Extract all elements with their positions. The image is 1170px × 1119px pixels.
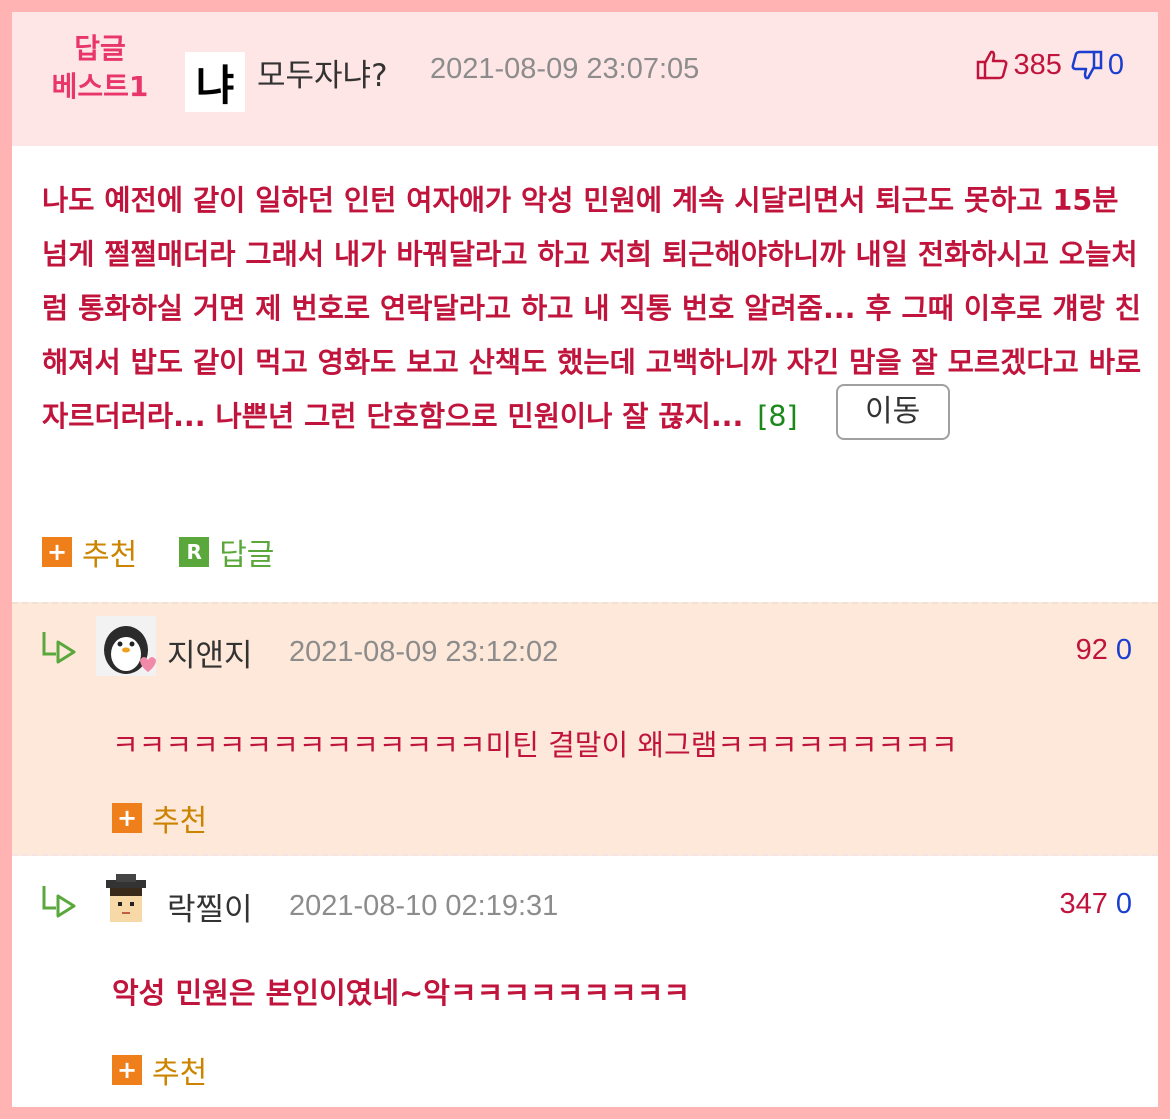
best-reply-text: 나도 예전에 같이 일하던 인턴 여자애가 악성 민원에 계속 시달리면서 퇴근… bbox=[42, 174, 1142, 444]
best-reply-header: 답글 베스트1 냐 모두자냐? 2021-08-09 23:07:05 385 bbox=[12, 12, 1158, 146]
upvote-count: 385 bbox=[1013, 48, 1062, 81]
best-reply-actions: + 추천 R 답글 bbox=[42, 530, 274, 574]
reply-arrow-icon bbox=[42, 632, 76, 664]
thumbs-down-icon[interactable] bbox=[1070, 48, 1104, 82]
comment-votes: 347 0 bbox=[1059, 888, 1132, 921]
comment-nickname[interactable]: 락찔이 bbox=[167, 884, 253, 929]
reply-button[interactable]: 답글 bbox=[219, 530, 274, 574]
comment-downvote-count[interactable]: 0 bbox=[1116, 888, 1132, 920]
downvote-count: 0 bbox=[1107, 48, 1124, 81]
author-nickname[interactable]: 모두자냐? bbox=[257, 50, 388, 95]
reply-arrow-icon bbox=[42, 886, 76, 918]
post-datetime: 2021-08-09 23:07:05 bbox=[430, 53, 700, 85]
comment-votes: 92 0 bbox=[1076, 634, 1132, 667]
nested-reply: 락찔이 2021-08-10 02:19:31 347 0 악성 민원은 본인이였… bbox=[12, 858, 1158, 1107]
vote-box: 385 0 bbox=[975, 48, 1124, 82]
comment-actions: + 추천 bbox=[112, 1048, 249, 1092]
avatar[interactable]: 냐 bbox=[185, 52, 245, 112]
plus-icon[interactable]: + bbox=[112, 803, 142, 833]
reply-count[interactable]: [8] bbox=[757, 400, 797, 433]
best-badge-line2: 베스트1 bbox=[51, 70, 149, 103]
plus-icon[interactable]: + bbox=[42, 537, 72, 567]
recommend-button[interactable]: 추천 bbox=[152, 796, 207, 840]
best-reply-content: 나도 예전에 같이 일하던 인턴 여자애가 악성 민원에 계속 시달리면서 퇴근… bbox=[42, 184, 1142, 433]
reply-list: 답글 베스트1 냐 모두자냐? 2021-08-09 23:07:05 385 bbox=[12, 12, 1158, 1107]
graduate-avatar[interactable] bbox=[96, 870, 156, 930]
best-reply-badge: 답글 베스트1 bbox=[40, 30, 160, 106]
thumbs-up-icon[interactable] bbox=[975, 48, 1009, 82]
comment-upvote-count[interactable]: 347 bbox=[1059, 888, 1107, 920]
comment-text: 악성 민원은 본인이였네~악ㅋㅋㅋㅋㅋㅋㅋㅋㅋ bbox=[112, 976, 691, 1010]
best-badge-line1: 답글 bbox=[74, 32, 126, 65]
comment-text: ㅋㅋㅋㅋㅋㅋㅋㅋㅋㅋㅋㅋㅋㅋ미틴 결말이 왜그램ㅋㅋㅋㅋㅋㅋㅋㅋㅋ bbox=[112, 728, 958, 762]
move-button[interactable]: 이동 bbox=[835, 384, 950, 440]
recommend-button[interactable]: 추천 bbox=[152, 1048, 207, 1092]
penguin-avatar[interactable] bbox=[96, 616, 156, 676]
comment-nickname[interactable]: 지앤지 bbox=[167, 630, 253, 675]
comment-downvote-count[interactable]: 0 bbox=[1116, 634, 1132, 666]
comment-upvote-count[interactable]: 92 bbox=[1076, 634, 1108, 666]
avatar-text: 냐 bbox=[195, 60, 235, 110]
reply-r-icon[interactable]: R bbox=[179, 537, 210, 567]
comment-actions: + 추천 bbox=[112, 796, 249, 840]
plus-icon[interactable]: + bbox=[112, 1055, 142, 1085]
comment-datetime: 2021-08-10 02:19:31 bbox=[289, 890, 559, 922]
nested-reply: 지앤지 2021-08-09 23:12:02 92 0 ㅋㅋㅋㅋㅋㅋㅋㅋㅋㅋㅋㅋ… bbox=[12, 602, 1158, 856]
comment-datetime: 2021-08-09 23:12:02 bbox=[289, 636, 559, 668]
recommend-button[interactable]: 추천 bbox=[82, 530, 137, 574]
